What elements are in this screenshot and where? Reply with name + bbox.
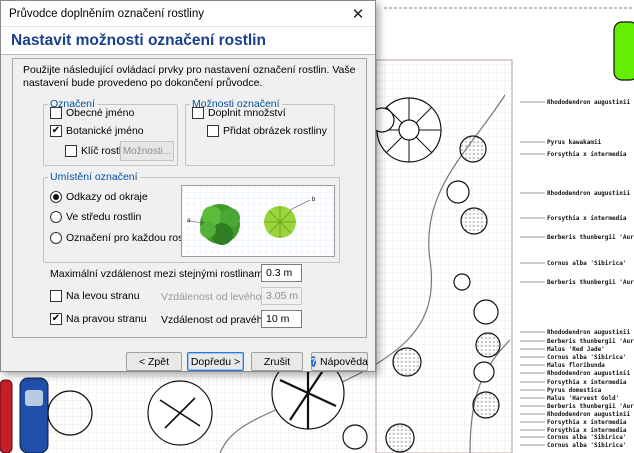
plant-label: Rhododendron augustinii [547, 329, 630, 336]
add-plant-image-checkbox[interactable]: Přidat obrázek rostliny [207, 125, 327, 137]
plant-label: Berberis thunbergii 'Aurea' [547, 234, 634, 241]
plant-label: Pyrus domestica [547, 387, 602, 394]
max-distance-label: Maximální vzdálenost mezi stejnými rostl… [50, 268, 269, 280]
plant-label-wizard-dialog: Průvodce doplněním označení rostliny ✕ N… [0, 0, 376, 372]
radio-selected-dot [53, 194, 59, 200]
shrub-small-icon [264, 206, 296, 238]
right-side-checkbox[interactable]: ✔ Na pravou stranu [50, 313, 147, 325]
plant-label: Malus 'Red Jade' [547, 346, 605, 353]
placement-radio-each[interactable]: Označení pro každou rostlinu [50, 232, 203, 244]
cancel-button[interactable]: Zrušit [251, 352, 303, 371]
checkbox-icon [192, 107, 204, 119]
checkbox-icon [207, 125, 219, 137]
plant-label: Rhododendron augustinii [547, 370, 630, 377]
right-distance-input[interactable]: 10 m [261, 310, 302, 328]
next-button[interactable]: Dopředu > [187, 352, 244, 371]
checkbox-icon [65, 145, 77, 157]
plant-label: Cornus alba 'Sibirica' [547, 434, 626, 441]
plant-label: Cornus alba 'Sibirica' [547, 354, 626, 361]
plant-label: Forsythia x intermedia [547, 427, 627, 434]
plant-label: Forsythia x intermedia [547, 379, 627, 386]
common-name-label: Obecné jméno [66, 107, 135, 119]
preview-illustration: a b [182, 186, 334, 256]
plant-label: Berberis thunbergii 'Aurea' [547, 403, 634, 410]
plant-label: Malus 'Harvest Gold' [547, 395, 619, 402]
left-distance-label: Vzdálenost od levého [161, 291, 262, 303]
plant-label: Cornus alba 'Sibirica' [547, 442, 626, 449]
add-quantity-checkbox[interactable]: Doplnit množství [192, 107, 286, 119]
plant-label: Rhododendron augustinii [547, 99, 630, 106]
title-bar: Průvodce doplněním označení rostliny [1, 1, 375, 27]
placement-option-label: Odkazy od okraje [66, 191, 148, 203]
plant-label: Rhododendron augustinii [547, 411, 630, 418]
blue-car [19, 377, 49, 453]
placement-option-label: Ve středu rostlin [66, 211, 142, 223]
plant-label-list: Rhododendron augustinii Pyrus kawakamii Fo… [520, 99, 634, 449]
page-title: Nastavit možnosti označení rostlin [11, 31, 266, 49]
placement-preview: a b [181, 185, 335, 257]
radio-icon [50, 232, 62, 244]
placement-radio-center[interactable]: Ve středu rostlin [50, 211, 141, 223]
radio-icon [50, 191, 62, 203]
botanical-name-checkbox[interactable]: ✔ Botanické jméno [50, 125, 144, 137]
header-band: Nastavit možnosti označení rostlin [1, 27, 375, 55]
checkbox-icon [50, 290, 62, 302]
add-plant-image-label: Přidat obrázek rostliny [223, 125, 327, 137]
checkbox-icon: ✔ [50, 125, 62, 137]
plant-label: Forsythia x intermedia [547, 215, 627, 222]
add-quantity-label: Doplnit množství [208, 107, 286, 119]
window-title: Průvodce doplněním označení rostliny [9, 7, 204, 20]
close-icon[interactable]: ✕ [341, 1, 375, 27]
red-car [0, 379, 13, 453]
right-distance-label: Vzdálenost od pravého [161, 314, 269, 326]
plant-label: Berberis thunbergii 'Aurea' [547, 279, 634, 286]
radio-icon [50, 211, 62, 223]
botanical-name-label: Botanické jméno [66, 125, 144, 137]
placement-radio-edge[interactable]: Odkazy od okraje [50, 191, 148, 203]
left-side-checkbox[interactable]: Na levou stranu [50, 290, 140, 302]
back-button[interactable]: < Zpět [126, 352, 182, 371]
plant-label: Berberis thunbergii 'Aurea' [547, 338, 634, 345]
green-area [613, 21, 634, 81]
plant-label: Malus floribunda [547, 362, 605, 369]
left-side-label: Na levou stranu [66, 290, 140, 302]
left-distance-input[interactable]: 3.05 m [261, 287, 302, 305]
plant-label: Forsythia x intermedia [547, 151, 627, 158]
right-side-label: Na pravou stranu [66, 313, 147, 325]
content-panel: Použijte následující ovládací prvky pro … [12, 58, 367, 338]
max-distance-input[interactable]: 0.3 m [261, 264, 302, 282]
checkbox-icon: ✔ [50, 313, 62, 325]
checkbox-icon [50, 107, 62, 119]
placement-legend: Umístění označení [50, 171, 138, 183]
plant-label: Pyrus kawakamii [547, 139, 602, 146]
plant-label: Forsythia x intermedia [547, 419, 627, 426]
plant-label: Rhododendron augustinii [547, 190, 630, 197]
common-name-checkbox[interactable]: Obecné jméno [50, 107, 134, 119]
help-button-label: Nápověda [320, 355, 368, 368]
help-icon: ? [311, 356, 317, 367]
intro-text: Použijte následující ovládací prvky pro … [23, 64, 356, 89]
options-button[interactable]: Možnosti... [120, 141, 174, 161]
help-button[interactable]: ? Nápověda [311, 352, 368, 371]
plant-label: Cornus alba 'Sibirica' [547, 260, 626, 267]
